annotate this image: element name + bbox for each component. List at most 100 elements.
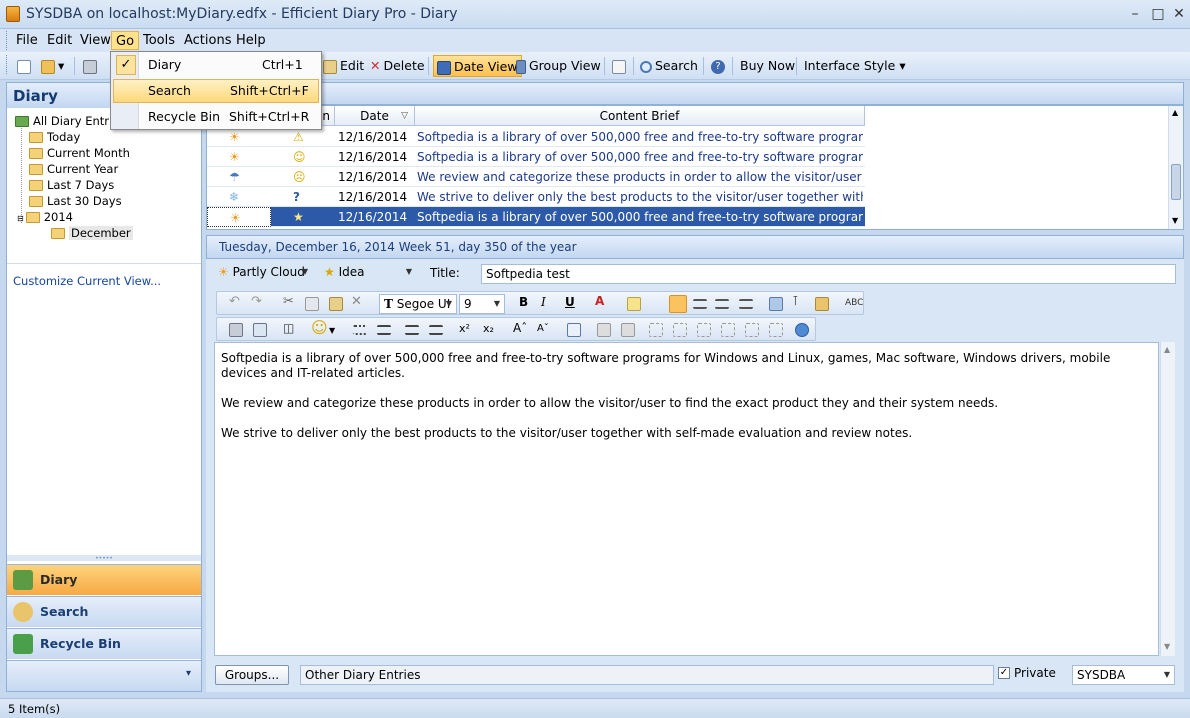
grid-scrollbar[interactable]: ▲ ▼ [1168, 106, 1183, 229]
table-row-selected[interactable]: ☀ ★ 12/16/2014 Softpedia is a library of… [207, 207, 865, 227]
tree-item-today[interactable]: Today [29, 130, 80, 144]
copy-icon[interactable] [305, 297, 319, 311]
decrease-indent-icon[interactable] [405, 325, 419, 335]
column-content-brief[interactable]: Content Brief [415, 106, 865, 126]
help-icon[interactable]: ? [708, 55, 731, 77]
customize-view-link[interactable]: Customize Current View... [13, 274, 161, 288]
editor-scrollbar[interactable]: ▲ ▼ [1160, 342, 1175, 656]
column-date[interactable]: Date ▽ [335, 106, 415, 126]
close-button[interactable]: ✕ [1166, 4, 1190, 24]
cell-properties-icon[interactable] [745, 323, 759, 337]
tree-root[interactable]: All Diary Entries [15, 114, 125, 128]
go-menu-recycle-bin[interactable]: Recycle Bin Shift+Ctrl+R [113, 105, 319, 129]
bold-button[interactable]: B [519, 295, 533, 309]
cut-icon[interactable]: ✂ [283, 294, 297, 309]
tree-item-current-month[interactable]: Current Month [29, 146, 130, 160]
menu-edit[interactable]: Edit [43, 31, 76, 50]
grow-font-icon[interactable]: Aˆ [513, 321, 527, 335]
mood-select[interactable]: ★ Idea ▼ [320, 263, 416, 283]
entry-body-editor[interactable]: Softpedia is a library of over 500,000 f… [214, 342, 1159, 656]
nav-diary[interactable]: Diary [7, 564, 201, 595]
font-size-select[interactable]: 9 ▼ [459, 294, 505, 314]
font-color-button[interactable]: A [595, 294, 609, 308]
table-row[interactable]: ☀ ☺ 12/16/2014 Softpedia is a library of… [207, 147, 865, 167]
insert-row-icon[interactable] [649, 323, 663, 337]
export-icon[interactable] [609, 55, 632, 77]
folder-icon [29, 148, 43, 159]
italic-button[interactable]: I [541, 295, 555, 309]
menu-help[interactable]: Help [232, 31, 270, 50]
menu-file[interactable]: File [12, 31, 42, 50]
justify-button[interactable] [739, 299, 753, 309]
private-checkbox[interactable]: ✓ [998, 667, 1010, 679]
groups-button[interactable]: Groups... [215, 665, 289, 685]
list-header-strip [206, 82, 1184, 105]
open-icon[interactable]: ▾ [38, 55, 67, 77]
subscript-icon[interactable]: x₂ [483, 322, 497, 336]
tree-item-last-30-days[interactable]: Last 30 Days [29, 194, 122, 208]
numbered-list-icon[interactable] [377, 325, 391, 335]
insert-column-icon[interactable] [673, 323, 687, 337]
superscript-icon[interactable]: x² [459, 322, 473, 336]
align-center-button[interactable] [693, 299, 707, 309]
insert-object-icon[interactable] [815, 297, 829, 311]
align-right-button[interactable] [715, 299, 729, 309]
table-row[interactable]: ☂ ☹ 12/16/2014 We review and categorize … [207, 167, 865, 187]
font-select[interactable]: T Segoe UI ▼ [379, 294, 457, 314]
bullet-list-icon[interactable] [353, 325, 367, 335]
interface-style-button[interactable]: Interface Style ▾ [801, 55, 909, 77]
shrink-font-icon[interactable]: Aˇ [537, 323, 551, 337]
go-menu-diary[interactable]: ✓ Diary Ctrl+1 [113, 53, 319, 77]
paste-icon[interactable] [329, 297, 343, 311]
buy-now-button[interactable]: Buy Now [737, 55, 798, 77]
table-row[interactable]: ❄ ? 12/16/2014 We strive to deliver only… [207, 187, 865, 207]
attach-icon[interactable]: ⊺ [792, 294, 806, 309]
insert-table-icon[interactable] [567, 323, 581, 337]
date-view-button[interactable]: Date View [433, 55, 522, 77]
menu-tools[interactable]: Tools [139, 31, 179, 50]
menu-actions[interactable]: Actions [180, 31, 236, 50]
hyperlink-icon[interactable] [795, 323, 809, 337]
new-icon[interactable] [14, 55, 37, 77]
table-merge-icon[interactable] [597, 323, 611, 337]
emoticon-icon[interactable]: ☺ [311, 318, 328, 337]
delete-button[interactable]: ✕ Delete [367, 55, 428, 77]
nav-overflow-button[interactable]: ▾ [7, 660, 201, 691]
clear-icon[interactable]: ✕ [351, 294, 365, 309]
insert-image-icon[interactable] [769, 297, 783, 311]
print-icon[interactable] [80, 55, 103, 77]
highlight-color-button[interactable] [627, 297, 641, 311]
menu-go[interactable]: Go [111, 31, 140, 50]
tree-item-december[interactable]: December [51, 226, 133, 240]
user-select[interactable]: SYSDBA ▼ [1072, 665, 1175, 685]
tree-item-2014[interactable]: ⊟ 2014 [17, 210, 73, 224]
groups-field: Other Diary Entries [300, 665, 994, 685]
nav-recycle-bin[interactable]: Recycle Bin [7, 628, 201, 659]
go-menu-search[interactable]: Search Shift+Ctrl+F [113, 79, 319, 103]
title-input[interactable]: Softpedia test [481, 264, 1176, 284]
edit-button[interactable]: Edit [320, 55, 367, 77]
undo-icon[interactable]: ↶ [229, 294, 243, 309]
folder-open-icon [51, 228, 65, 239]
align-left-button[interactable] [669, 295, 687, 313]
menu-view[interactable]: View [76, 31, 115, 50]
tree-item-current-year[interactable]: Current Year [29, 162, 118, 176]
underline-button[interactable]: U [565, 295, 579, 309]
tree-item-last-7-days[interactable]: Last 7 Days [29, 178, 114, 192]
emoticon-dropdown-icon[interactable]: ▼ [329, 326, 343, 340]
table-row[interactable]: ☀ ⚠ 12/16/2014 Softpedia is a library of… [207, 127, 865, 147]
increase-indent-icon[interactable] [429, 325, 443, 335]
spellcheck-icon[interactable]: ABC [845, 298, 863, 312]
delete-column-icon[interactable] [721, 323, 735, 337]
table-properties-icon[interactable] [769, 323, 783, 337]
zoom-icon[interactable] [253, 323, 267, 337]
find-icon[interactable]: ◫ [283, 321, 297, 335]
delete-row-icon[interactable] [697, 323, 711, 337]
redo-icon[interactable]: ↷ [251, 294, 265, 309]
group-view-button[interactable]: Group View [513, 55, 604, 77]
print-preview-icon[interactable] [229, 323, 243, 337]
table-split-icon[interactable] [621, 323, 635, 337]
search-button[interactable]: Search [637, 55, 701, 77]
nav-search[interactable]: Search [7, 596, 201, 627]
weather-select[interactable]: ☀ Partly Cloud ▼ [214, 263, 312, 283]
